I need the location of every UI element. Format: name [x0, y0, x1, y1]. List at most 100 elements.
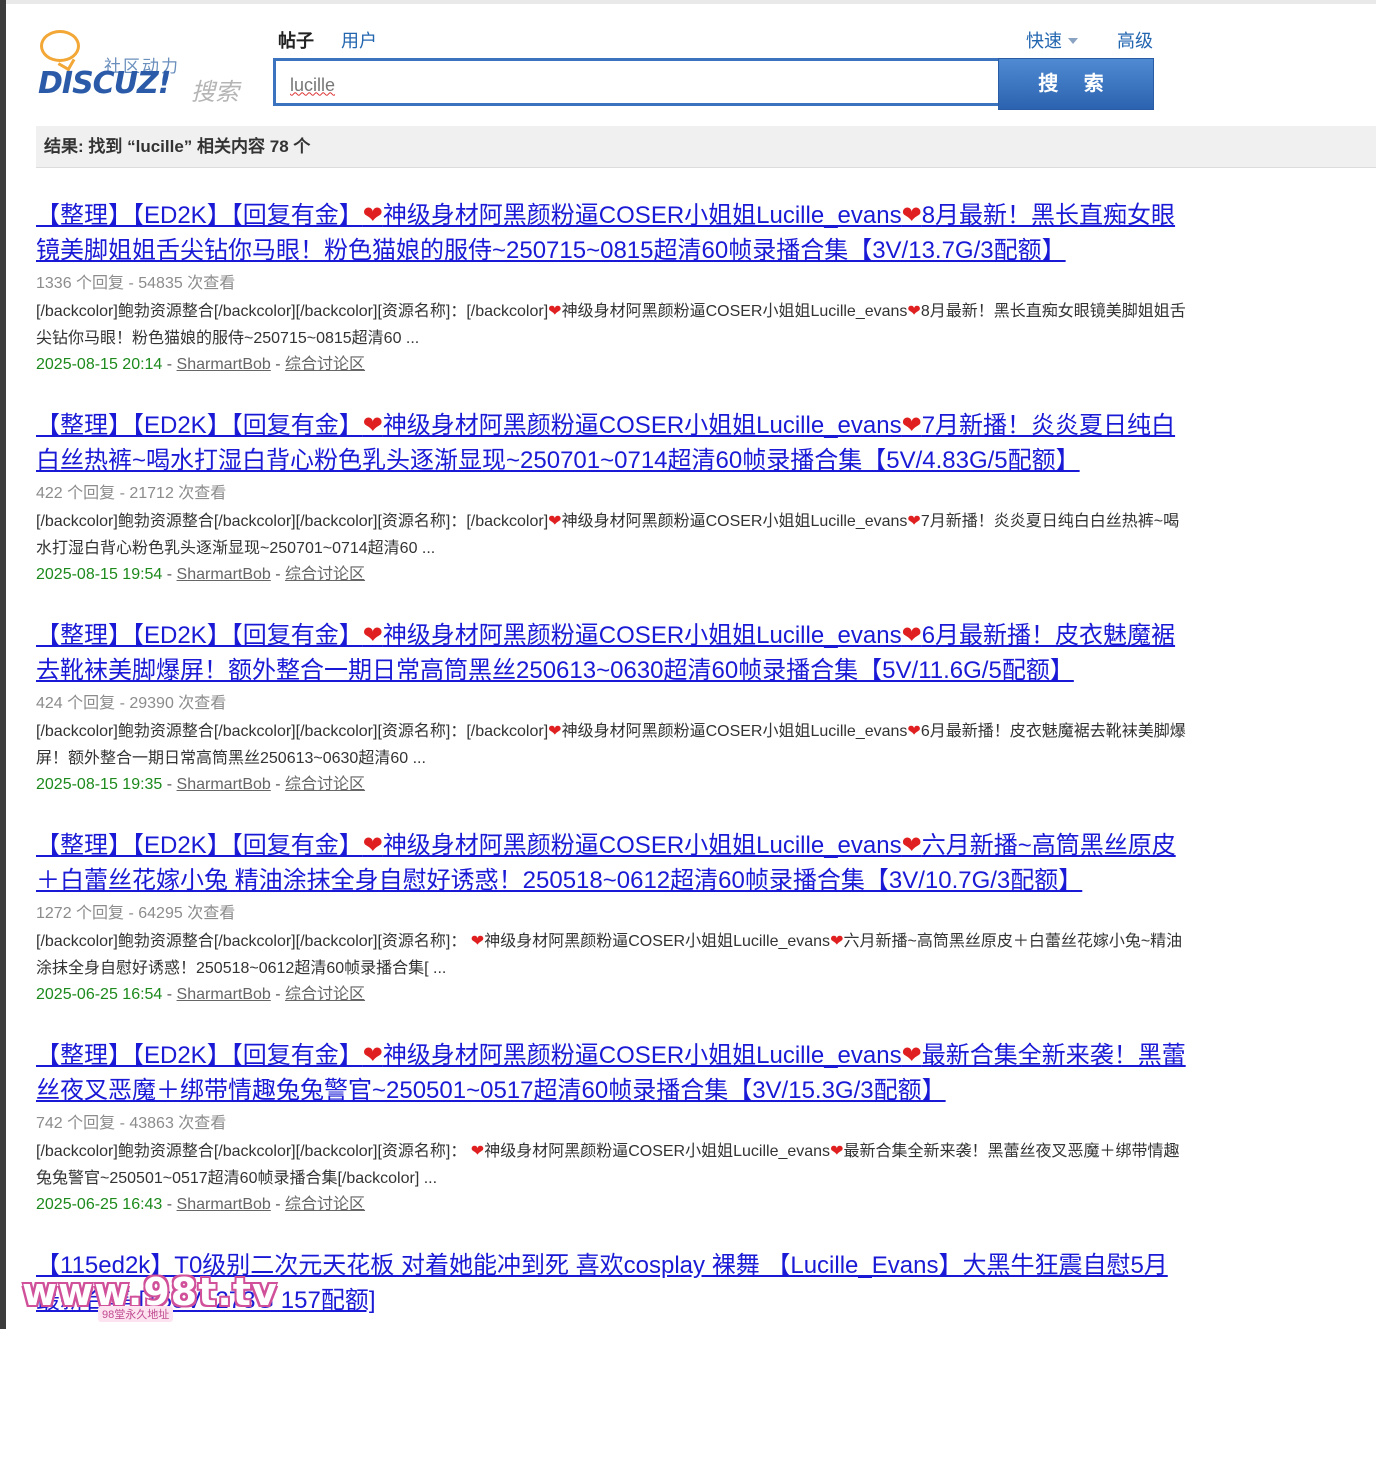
title-prefix: 【整理】【ED2K】【回复有金】: [36, 412, 363, 439]
watermark-subtitle: 98堂永久地址: [98, 1306, 174, 1322]
result-date: 2025-08-15 19:54: [36, 566, 163, 583]
result-stats: 424 个回复 - 29390 次查看: [36, 695, 227, 712]
title-main: 神级身材阿黑颜粉逼COSER小姐姐Lucille_evans: [382, 412, 902, 439]
snippet-part: 神级身材阿黑颜粉逼COSER小姐姐Lucille_evans: [561, 513, 908, 530]
search-button[interactable]: 搜 索: [998, 58, 1154, 110]
heart-icon: ❤: [901, 832, 922, 859]
heart-icon: ❤: [362, 622, 383, 649]
result-author-link[interactable]: SharmartBob: [177, 986, 271, 1003]
title-main: 神级身材阿黑颜粉逼COSER小姐姐Lucille_evans: [382, 202, 902, 229]
result-stats: 422 个回复 - 21712 次查看: [36, 485, 227, 502]
result-item: 【整理】【ED2K】【回复有金】❤神级身材阿黑颜粉逼COSER小姐姐Lucill…: [36, 828, 1186, 1038]
title-main: 神级身材阿黑颜粉逼COSER小姐姐Lucille_evans: [382, 622, 902, 649]
heart-icon: ❤: [548, 723, 562, 740]
heart-icon: ❤: [470, 1143, 485, 1160]
result-item: 【整理】【ED2K】【回复有金】❤神级身材阿黑颜粉逼COSER小姐姐Lucill…: [36, 1038, 1186, 1248]
result-stats: 742 个回复 - 43863 次查看: [36, 1115, 227, 1132]
result-author-link[interactable]: SharmartBob: [177, 776, 271, 793]
heart-icon: ❤: [901, 202, 922, 229]
logo-brand: DISCUZ!: [38, 66, 171, 101]
result-footer: 2025-06-25 16:54 - SharmartBob - 综合讨论区: [36, 986, 366, 1003]
result-forum-link[interactable]: 综合讨论区: [285, 1196, 365, 1213]
heart-icon: ❤: [901, 622, 922, 649]
heart-icon: ❤: [548, 513, 562, 530]
result-forum-link[interactable]: 综合讨论区: [285, 776, 365, 793]
snippet-part: 神级身材阿黑颜粉逼COSER小姐姐Lucille_evans: [484, 933, 831, 950]
result-snippet: [/backcolor]鲍勃资源整合[/backcolor][/backcolo…: [36, 928, 1186, 982]
heart-icon: ❤: [362, 832, 383, 859]
heart-icon: ❤: [830, 933, 844, 950]
result-title-link[interactable]: 【整理】【ED2K】【回复有金】❤神级身材阿黑颜粉逼COSER小姐姐Lucill…: [36, 408, 1186, 478]
result-author-link[interactable]: SharmartBob: [177, 566, 271, 583]
result-stats: 1272 个回复 - 64295 次查看: [36, 905, 236, 922]
quick-search-dropdown[interactable]: 快速: [1026, 27, 1078, 53]
result-date: 2025-08-15 19:35: [36, 776, 163, 793]
result-date: 2025-06-25 16:54: [36, 986, 163, 1003]
title-main: 神级身材阿黑颜粉逼COSER小姐姐Lucille_evans: [382, 1042, 902, 1069]
quick-search-label: 快速: [1026, 31, 1062, 51]
tab-posts[interactable]: 帖子: [278, 27, 314, 53]
snippet-part: 神级身材阿黑颜粉逼COSER小姐姐Lucille_evans: [484, 1143, 831, 1160]
heart-icon: ❤: [830, 1143, 844, 1160]
result-forum-link[interactable]: 综合讨论区: [285, 356, 365, 373]
heart-icon: ❤: [362, 1042, 383, 1069]
result-snippet: [/backcolor]鲍勃资源整合[/backcolor][/backcolo…: [36, 298, 1186, 352]
result-footer: 2025-08-15 20:14 - SharmartBob - 综合讨论区: [36, 356, 366, 373]
heart-icon: ❤: [901, 1042, 922, 1069]
result-title-link[interactable]: 【整理】【ED2K】【回复有金】❤神级身材阿黑颜粉逼COSER小姐姐Lucill…: [36, 828, 1186, 898]
result-stats: 1336 个回复 - 54835 次查看: [36, 275, 236, 292]
search-box: [273, 58, 998, 106]
result-item: 【整理】【ED2K】【回复有金】❤神级身材阿黑颜粉逼COSER小姐姐Lucill…: [36, 618, 1186, 828]
heart-icon: ❤: [901, 412, 922, 439]
snippet-part: [/backcolor]鲍勃资源整合[/backcolor][/backcolo…: [36, 723, 549, 740]
snippet-part: 神级身材阿黑颜粉逼COSER小姐姐Lucille_evans: [561, 723, 908, 740]
heart-icon: ❤: [362, 412, 383, 439]
tab-users[interactable]: 用户: [341, 27, 377, 53]
result-author-link[interactable]: SharmartBob: [177, 356, 271, 373]
snippet-part: [/backcolor]鲍勃资源整合[/backcolor][/backcolo…: [36, 513, 549, 530]
heart-icon: ❤: [907, 723, 921, 740]
result-summary: 结果: 找到 “lucille” 相关内容 78 个: [36, 126, 1376, 168]
result-forum-link[interactable]: 综合讨论区: [285, 986, 365, 1003]
speech-bubble-icon: [40, 30, 80, 62]
search-mode-links: 快速 高级: [1026, 27, 1153, 53]
chevron-down-icon: [1068, 37, 1078, 44]
result-footer: 2025-08-15 19:35 - SharmartBob - 综合讨论区: [36, 776, 366, 793]
result-date: 2025-06-25 16:43: [36, 1196, 163, 1213]
result-title-link[interactable]: 【整理】【ED2K】【回复有金】❤神级身材阿黑颜粉逼COSER小姐姐Lucill…: [36, 198, 1186, 268]
result-item: 【整理】【ED2K】【回复有金】❤神级身材阿黑颜粉逼COSER小姐姐Lucill…: [36, 408, 1186, 618]
title-prefix: 【整理】【ED2K】【回复有金】: [36, 832, 363, 859]
snippet-part: [/backcolor]鲍勃资源整合[/backcolor][/backcolo…: [36, 303, 549, 320]
result-date: 2025-08-15 20:14: [36, 356, 163, 373]
result-author-link[interactable]: SharmartBob: [177, 1196, 271, 1213]
heart-icon: ❤: [548, 303, 562, 320]
result-snippet: [/backcolor]鲍勃资源整合[/backcolor][/backcolo…: [36, 1138, 1186, 1192]
left-edge-bar: [0, 0, 6, 1329]
snippet-part: [/backcolor]鲍勃资源整合[/backcolor][/backcolo…: [36, 1143, 467, 1160]
snippet-part: [/backcolor]鲍勃资源整合[/backcolor][/backcolo…: [36, 933, 467, 950]
title-main: 神级身材阿黑颜粉逼COSER小姐姐Lucille_evans: [382, 832, 902, 859]
title-prefix: 【整理】【ED2K】【回复有金】: [36, 202, 363, 229]
heart-icon: ❤: [907, 513, 921, 530]
result-footer: 2025-08-15 19:54 - SharmartBob - 综合讨论区: [36, 566, 366, 583]
result-item: 【整理】【ED2K】【回复有金】❤神级身材阿黑颜粉逼COSER小姐姐Lucill…: [36, 198, 1186, 408]
result-footer: 2025-06-25 16:43 - SharmartBob - 综合讨论区: [36, 1196, 366, 1213]
logo-suffix: 搜索: [191, 79, 239, 106]
search-input[interactable]: [288, 71, 982, 99]
top-border: [0, 0, 1376, 4]
search-type-tabs: 帖子 用户: [278, 27, 399, 53]
result-title-link[interactable]: 【整理】【ED2K】【回复有金】❤神级身材阿黑颜粉逼COSER小姐姐Lucill…: [36, 618, 1186, 688]
result-snippet: [/backcolor]鲍勃资源整合[/backcolor][/backcolo…: [36, 508, 1186, 562]
advanced-search-link[interactable]: 高级: [1117, 27, 1153, 53]
result-title-link[interactable]: 【整理】【ED2K】【回复有金】❤神级身材阿黑颜粉逼COSER小姐姐Lucill…: [36, 1038, 1186, 1108]
title-prefix: 【整理】【ED2K】【回复有金】: [36, 622, 363, 649]
title-prefix: 【整理】【ED2K】【回复有金】: [36, 1042, 363, 1069]
results-list: 【整理】【ED2K】【回复有金】❤神级身材阿黑颜粉逼COSER小姐姐Lucill…: [36, 198, 1186, 1458]
heart-icon: ❤: [362, 202, 383, 229]
heart-icon: ❤: [470, 933, 485, 950]
discuz-logo[interactable]: 社区动力 DISCUZ! 搜索: [36, 26, 251, 106]
result-snippet: [/backcolor]鲍勃资源整合[/backcolor][/backcolo…: [36, 718, 1186, 772]
heart-icon: ❤: [907, 303, 921, 320]
snippet-part: 神级身材阿黑颜粉逼COSER小姐姐Lucille_evans: [561, 303, 908, 320]
result-forum-link[interactable]: 综合讨论区: [285, 566, 365, 583]
